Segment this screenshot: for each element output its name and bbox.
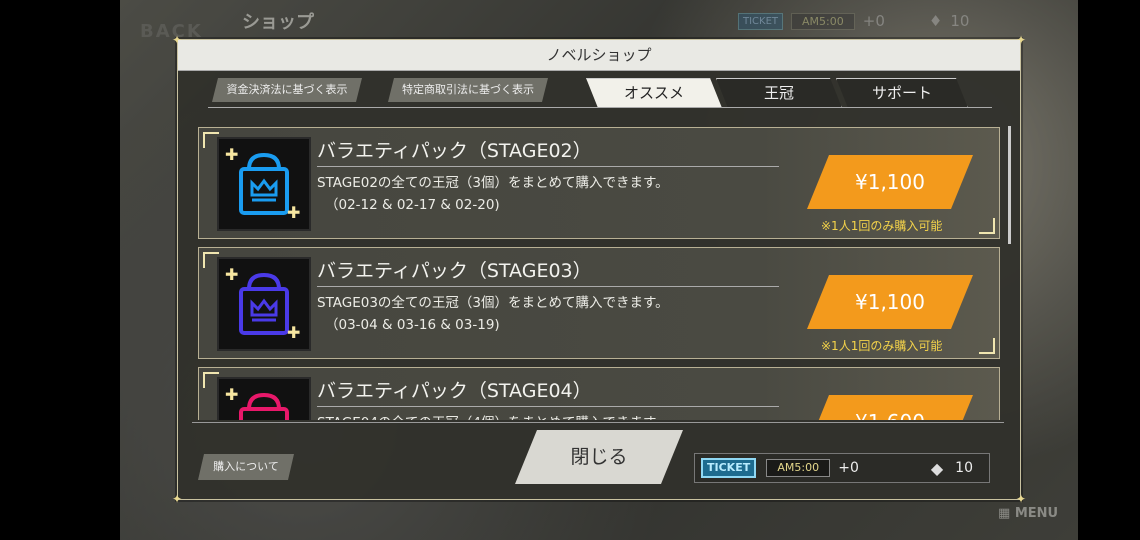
description-line: （02-12 & 02-17 & 02-20) bbox=[325, 197, 500, 213]
sparkle-icon: ✚ bbox=[225, 145, 239, 164]
sparkle-icon: ✚ bbox=[225, 385, 239, 404]
gem-icon: ◆ bbox=[930, 458, 944, 478]
sparkle-icon: ✚ bbox=[287, 203, 301, 222]
time-display: AM5:00 bbox=[766, 459, 831, 477]
item-frame-corner bbox=[979, 338, 995, 354]
list-scrollbar[interactable] bbox=[1008, 126, 1011, 244]
gem-count: 10 bbox=[955, 460, 973, 476]
description-line: STAGE04の全ての王冠（4個）をまとめて購入できます。 bbox=[317, 412, 669, 420]
menu-label: MENU bbox=[1014, 506, 1059, 521]
corner-sparkle-icon: ✦ bbox=[1015, 492, 1026, 506]
background-hud: TICKET AM5:00 +0 ♦ 10 bbox=[738, 10, 969, 32]
description-line: （03-04 & 03-16 & 03-19) bbox=[325, 317, 500, 333]
bag-crown-icon: ✚ ✚ bbox=[217, 137, 311, 231]
product-description: STAGE04の全ての王冠（4個）をまとめて購入できます。 bbox=[317, 412, 669, 420]
screen-title: ショップ bbox=[242, 12, 314, 33]
tab-support[interactable]: サポート bbox=[836, 78, 968, 108]
sparkle-icon: ✚ bbox=[287, 323, 301, 342]
product-title: バラエティパック（STAGE04） bbox=[317, 376, 779, 407]
gem-icon: ♦ bbox=[928, 12, 943, 30]
time-display: AM5:00 bbox=[791, 12, 855, 30]
buy-button[interactable]: ¥1,100 bbox=[807, 275, 973, 329]
currency-hud: TICKET AM5:00 +0 ◆ 10 bbox=[694, 453, 990, 483]
ticket-count: +0 bbox=[838, 460, 859, 476]
dialog-title: ノベルショップ bbox=[178, 40, 1020, 71]
product-item: ✚ ✚ バラエティパック（STAGE02） STAGE02の全ての王冠（3個）を… bbox=[198, 127, 1000, 239]
ticket-count: +0 bbox=[862, 12, 885, 30]
description-line: STAGE03の全ての王冠（3個）をまとめて購入できます。 bbox=[317, 295, 669, 311]
bag-crown-icon: ✚ ✚ bbox=[217, 257, 311, 351]
product-description: STAGE03の全ての王冠（3個）をまとめて購入できます。 （03-04 & 0… bbox=[317, 292, 669, 336]
gem-count: 10 bbox=[950, 12, 970, 30]
tab-recommended[interactable]: オススメ bbox=[586, 78, 722, 108]
payment-act-button[interactable]: 資金決済法に基づく表示 bbox=[212, 78, 362, 102]
description-line: STAGE02の全ての王冠（3個）をまとめて購入できます。 bbox=[317, 175, 669, 191]
tab-divider bbox=[208, 107, 992, 108]
buy-button[interactable]: ¥1,100 bbox=[807, 155, 973, 209]
menu-button[interactable]: ▦ MENU bbox=[998, 506, 1058, 521]
sparkle-icon: ✚ bbox=[225, 265, 239, 284]
product-list[interactable]: ✚ ✚ バラエティパック（STAGE02） STAGE02の全ての王冠（3個）を… bbox=[198, 126, 1000, 420]
bag-crown-icon: ✚ bbox=[217, 377, 311, 420]
about-purchase-button[interactable]: 購入について bbox=[198, 454, 294, 480]
close-button[interactable]: 閉じる bbox=[515, 430, 683, 484]
corner-sparkle-icon: ✦ bbox=[172, 492, 183, 506]
novel-shop-dialog: ✦ ✦ ✦ ✦ ノベルショップ 資金決済法に基づく表示 特定商取引法に基づく表示… bbox=[172, 34, 1026, 505]
product-item: ✚ ✚ バラエティパック（STAGE03） STAGE03の全ての王冠（3個）を… bbox=[198, 247, 1000, 359]
footer-divider bbox=[192, 422, 1004, 423]
tab-crown[interactable]: 王冠 bbox=[716, 78, 842, 108]
product-title: バラエティパック（STAGE02） bbox=[317, 136, 779, 167]
product-description: STAGE02の全ての王冠（3個）をまとめて購入できます。 （02-12 & 0… bbox=[317, 172, 669, 216]
product-item: ✚ バラエティパック（STAGE04） STAGE04の全ての王冠（4個）をまと… bbox=[198, 367, 1000, 420]
purchase-limit-note: ※1人1回のみ購入可能 bbox=[821, 219, 943, 233]
ticket-badge: TICKET bbox=[738, 12, 784, 30]
buy-button[interactable]: ¥1,600 bbox=[807, 395, 973, 420]
purchase-limit-note: ※1人1回のみ購入可能 bbox=[821, 339, 943, 353]
item-frame-corner bbox=[979, 218, 995, 234]
product-title: バラエティパック（STAGE03） bbox=[317, 256, 779, 287]
ticket-badge: TICKET bbox=[701, 458, 757, 478]
commercial-law-button[interactable]: 特定商取引法に基づく表示 bbox=[388, 78, 548, 102]
